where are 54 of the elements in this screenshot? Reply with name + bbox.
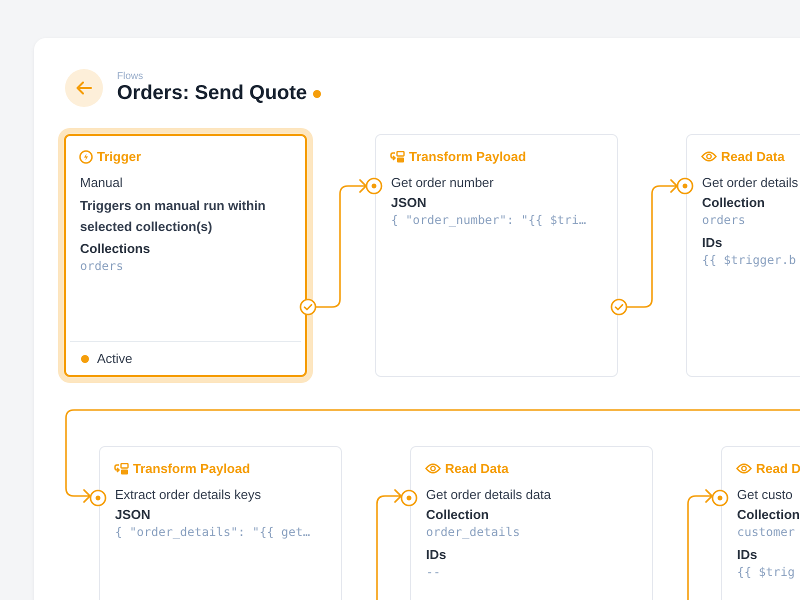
back-button[interactable]: [65, 69, 103, 107]
field-value: { "order_number": "{{ $tri…: [391, 213, 588, 227]
eye-icon: [701, 151, 717, 162]
node-description: Triggers on manual run within selected collection(s): [80, 197, 267, 236]
node-subtitle: Extract order details keys: [115, 487, 262, 502]
field-label: Collection: [737, 507, 800, 522]
input-port-icon[interactable]: [400, 489, 418, 507]
field-value: customer: [737, 525, 796, 539]
field-label: IDs: [426, 547, 448, 562]
input-port-icon[interactable]: [365, 177, 383, 195]
node-title: Read Data: [721, 149, 785, 164]
node-subtitle: Get order details: [702, 175, 800, 190]
node-title: Transform Payload: [133, 461, 250, 476]
field-label: JSON: [115, 507, 152, 522]
field-value: {{ $trig: [737, 565, 796, 579]
eye-icon: [425, 463, 441, 474]
field-value: order_details: [426, 525, 521, 539]
node-subtitle: Manual: [80, 175, 124, 190]
transform-icon: [390, 150, 405, 162]
field-value: { "order_details": "{{ get…: [115, 525, 312, 539]
field-label: Collections: [80, 241, 152, 256]
node-title: Read Data: [445, 461, 509, 476]
field-value: {{ $trigger.b: [702, 253, 797, 267]
field-value: orders: [80, 259, 124, 273]
transform-icon: [114, 462, 129, 474]
flow-title: Orders: Send Quote: [117, 82, 308, 105]
check-port-icon[interactable]: [299, 298, 317, 316]
node-subtitle: Get order number: [391, 175, 495, 190]
back-arrow-icon: [76, 81, 92, 95]
node-subtitle: Get order details data: [426, 487, 552, 502]
eye-icon: [736, 463, 752, 474]
node-title: Transform Payload: [409, 149, 526, 164]
field-value: orders: [702, 213, 746, 227]
flow-node[interactable]: Transform Payload Extract order details keys JSON { "order_details": "{{ get…: [99, 446, 342, 600]
input-port-icon[interactable]: [711, 489, 729, 507]
field-label: Collection: [426, 507, 490, 522]
field-label: Collection: [702, 195, 766, 210]
field-label: JSON: [391, 195, 428, 210]
check-port-icon[interactable]: [610, 298, 628, 316]
field-value: --: [426, 565, 442, 579]
node-status: Active: [97, 351, 132, 366]
node-subtitle: Get custo: [737, 487, 794, 502]
flow-node[interactable]: Read D Get custo Collection customer IDs {{ $trig: [721, 446, 800, 600]
flow-node[interactable]: Read Data Get order details Collection orders IDs {{ $trigger.b: [686, 134, 800, 377]
node-title: Read D: [756, 461, 800, 476]
flow-node[interactable]: Transform Payload Get order number JSON { "order_number": "{{ $tri…: [375, 134, 618, 377]
flow-node[interactable]: Read Data Get order details data Collection order_details IDs --: [410, 446, 653, 600]
node-title: Trigger: [97, 149, 142, 164]
status-dot: [81, 354, 89, 362]
input-port-icon[interactable]: [676, 177, 694, 195]
field-label: IDs: [737, 547, 758, 562]
input-port-icon[interactable]: [89, 489, 107, 507]
field-label: IDs: [702, 235, 724, 250]
bolt-icon: [79, 150, 93, 164]
